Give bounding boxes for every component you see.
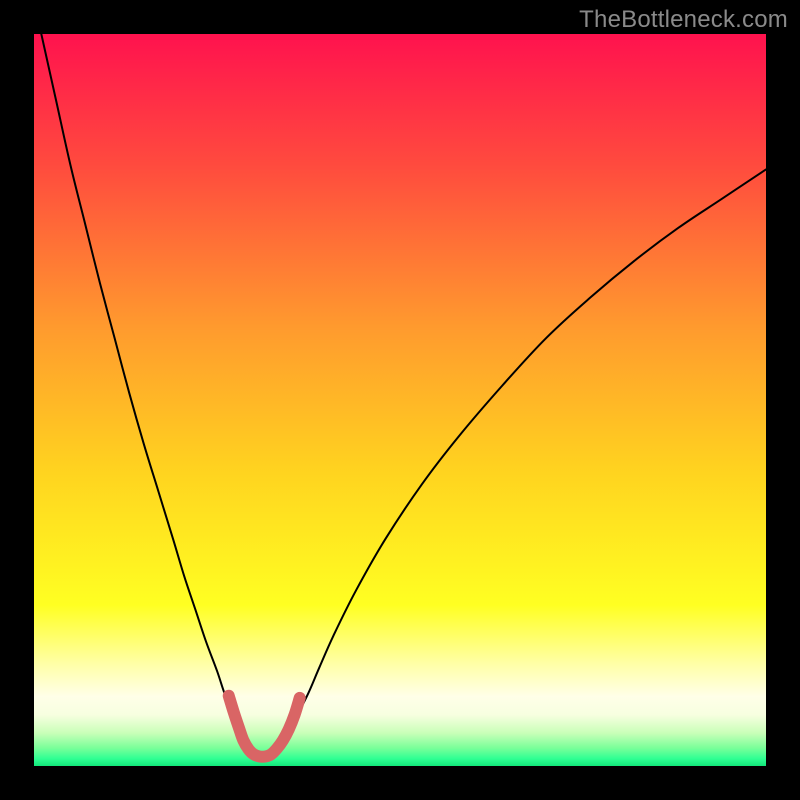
series-right-branch bbox=[283, 169, 766, 741]
plot-area bbox=[34, 34, 766, 766]
curve-layer bbox=[34, 34, 766, 766]
outer-frame: TheBottleneck.com bbox=[0, 0, 800, 800]
watermark-text: TheBottleneck.com bbox=[579, 6, 788, 34]
series-left-branch bbox=[41, 34, 244, 742]
series-valley-highlight bbox=[229, 696, 300, 757]
